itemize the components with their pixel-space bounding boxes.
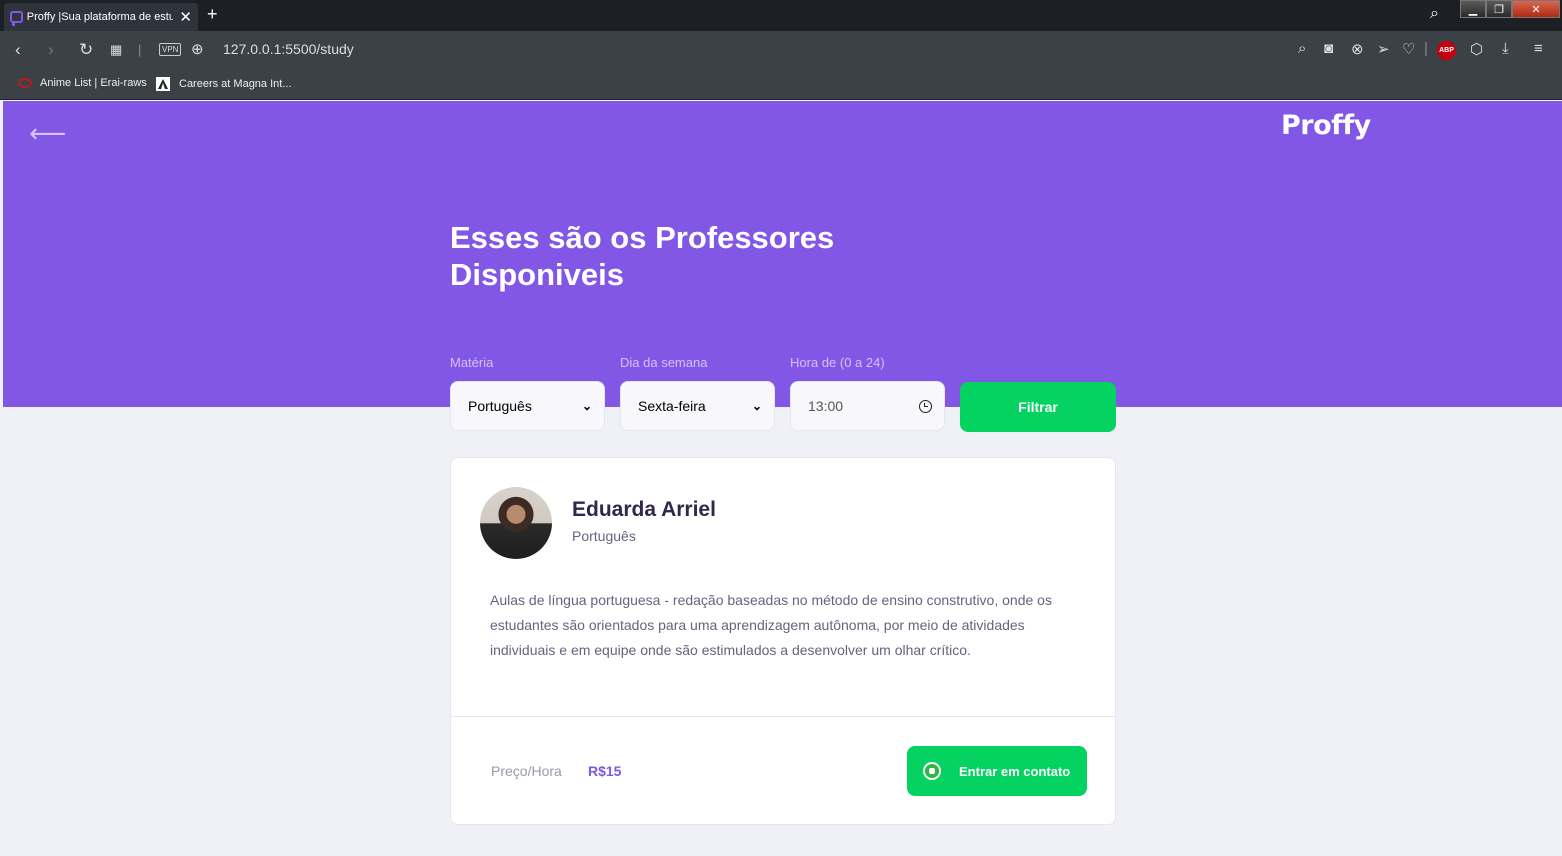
chevron-down-icon: ⌄ [581,399,592,413]
time-input[interactable]: 13:00 [790,381,945,431]
contact-button[interactable]: Entrar em contato [907,746,1087,796]
subject-select[interactable]: Português ⌄ [450,381,605,431]
back-icon[interactable]: ‹ [15,40,21,60]
close-window-button[interactable]: ✕ [1512,0,1560,18]
whatsapp-icon [923,762,941,780]
tracker-block-icon[interactable]: ⊗ [1351,40,1364,58]
bookmark-label: Careers at Magna Int... [179,78,292,90]
forward-icon[interactable]: › [48,40,54,60]
bookmarks-bar: Anime List | Erai-raws Careers at Magna … [0,69,1562,100]
separator: | [138,42,142,57]
proffy-favicon-icon [10,11,23,26]
minimize-button[interactable]: ▁ [1460,0,1486,18]
subject-value: Português [468,398,532,414]
url-field[interactable]: 127.0.0.1:5500/study [223,41,354,57]
address-bar: ‹ › ↻ ▦ | VPN ⊕ 127.0.0.1:5500/study ⌕ ◙… [0,31,1562,69]
browser-tab[interactable]: Proffy |Sua plataforma de estudos ✕ [4,3,198,31]
close-tab-icon[interactable]: ✕ [179,8,192,26]
chevron-down-icon: ⌄ [751,399,762,413]
time-value: 13:00 [808,398,844,414]
globe-icon[interactable]: ⊕ [191,40,204,58]
magna-logo-icon [156,77,170,91]
menu-icon[interactable]: ≡ [1534,40,1543,57]
window-controls: ▁ ❐ ✕ [1460,0,1560,18]
avatar [480,487,552,559]
bookmark-item[interactable]: Anime List | Erai-raws [18,77,147,89]
browser-tab-bar: Proffy |Sua plataforma de estudos ✕ + ⌕ … [0,0,1562,31]
download-icon[interactable]: ⤓ [1502,40,1509,57]
page-header: ⟵ Proffy Esses são os Professores Dispon… [3,101,1562,432]
maximize-button[interactable]: ❐ [1486,0,1512,18]
adblock-icon[interactable]: ABP [1437,41,1456,60]
weekday-select[interactable]: Sexta-feira ⌄ [620,381,775,431]
time-label: Hora de (0 a 24) [790,355,885,370]
contact-label: Entrar em contato [959,763,1071,779]
price-label: Preço/Hora [491,763,562,779]
filter-button[interactable]: Filtrar [960,382,1116,432]
teacher-bio: Aulas de língua portuguesa - redação bas… [490,592,1052,658]
tab-title: Proffy |Sua plataforma de estudos [26,11,174,23]
eye-icon [18,78,32,88]
weekday-label: Dia da semana [620,355,708,370]
back-arrow-icon[interactable]: ⟵ [29,119,66,149]
teacher-subject: Português [572,528,636,544]
price-value: R$15 [588,763,622,779]
send-icon[interactable]: ➢ [1377,40,1390,58]
search-page-icon[interactable]: ⌕ [1298,40,1306,57]
search-tabs-icon[interactable]: ⌕ [1430,5,1439,23]
new-tab-icon[interactable]: + [207,4,218,25]
page-title: Esses são os Professores Disponiveis [450,220,835,292]
proffy-logo: Proffy [1281,110,1371,141]
teacher-card: Eduarda Arriel Português Aulas de língua… [450,457,1116,825]
bookmark-item[interactable]: Careers at Magna Int... [156,77,292,91]
clock-icon[interactable] [919,399,932,413]
bookmark-label: Anime List | Erai-raws [40,77,147,89]
separator: | [1424,40,1428,57]
study-page: ⟵ Proffy Esses são os Professores Dispon… [3,101,1562,856]
weekday-value: Sexta-feira [638,398,706,414]
extensions-icon[interactable]: ⬡ [1470,40,1483,58]
reload-icon[interactable]: ↻ [79,40,93,60]
speed-dial-icon[interactable]: ▦ [110,42,122,58]
teacher-name: Eduarda Arriel [572,498,716,521]
vpn-badge[interactable]: VPN [159,43,182,56]
card-footer: Preço/Hora R$15 Entrar em contato [451,716,1115,824]
heart-icon[interactable]: ♡ [1402,40,1415,58]
subject-label: Matéria [450,355,494,370]
snapshot-icon[interactable]: ◙ [1324,40,1333,57]
